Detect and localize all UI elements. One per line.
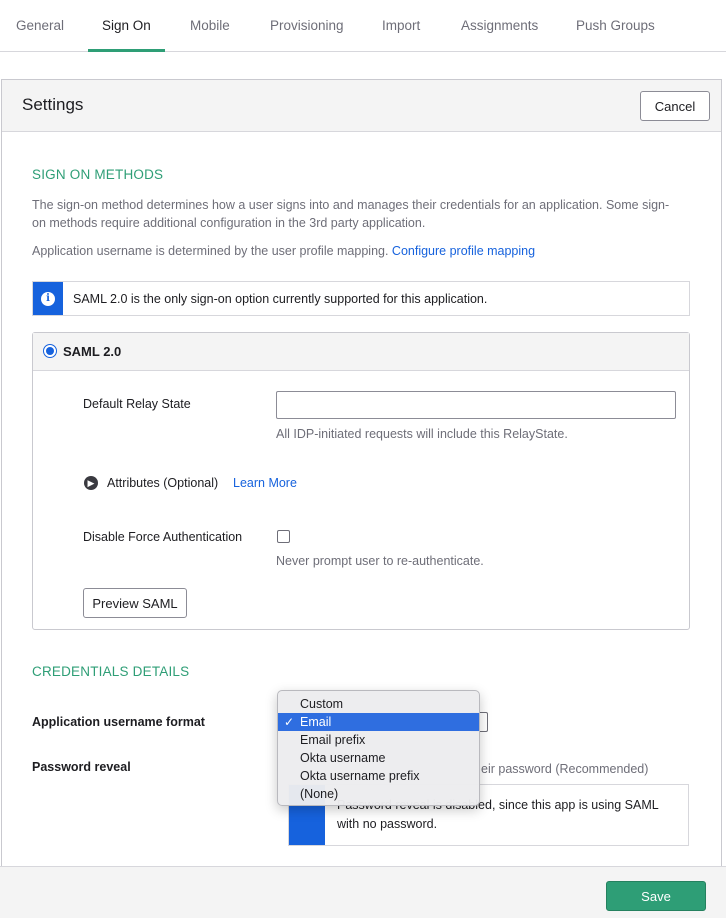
profile-mapping-text: Application username is determined by th…	[32, 242, 535, 260]
attributes-toggle-label[interactable]: Attributes (Optional)	[107, 474, 218, 492]
tab-assignments[interactable]: Assignments	[447, 0, 552, 52]
tab-import[interactable]: Import	[368, 0, 434, 52]
dropdown-option-email-label: Email	[300, 715, 332, 729]
disable-force-auth-help: Never prompt user to re-authenticate.	[276, 554, 484, 568]
learn-more-link[interactable]: Learn More	[233, 474, 297, 492]
tab-sign-on[interactable]: Sign On	[88, 0, 165, 52]
username-format-dropdown: Custom ✓ Email Email prefix Okta username…	[277, 690, 480, 806]
settings-title: Settings	[22, 95, 84, 114]
sign-on-description-line1: The sign-on method determines how a user…	[32, 198, 670, 212]
dropdown-option-email[interactable]: ✓ Email	[278, 713, 479, 731]
credentials-details-title: CREDENTIALS DETAILS	[32, 664, 190, 679]
save-button[interactable]: Save	[606, 881, 706, 911]
disable-force-auth-checkbox[interactable]	[277, 530, 290, 543]
tab-mobile[interactable]: Mobile	[176, 0, 244, 52]
dropdown-option-custom[interactable]: Custom	[278, 695, 479, 713]
saml-info-text: SAML 2.0 is the only sign-on option curr…	[73, 292, 488, 306]
password-reveal-info-line2: with no password.	[337, 817, 438, 831]
checkmark-icon: ✓	[284, 715, 295, 729]
saml-radio[interactable]	[43, 344, 57, 358]
info-stripe: i	[33, 282, 63, 315]
dropdown-option-okta-username-prefix[interactable]: Okta username prefix	[278, 767, 479, 785]
chevron-right-icon[interactable]: ▶	[84, 476, 98, 490]
dropdown-option-okta-username[interactable]: Okta username	[278, 749, 479, 767]
tab-push-groups[interactable]: Push Groups	[562, 0, 669, 52]
preview-saml-button[interactable]: Preview SAML	[83, 588, 187, 618]
password-reveal-label: Password reveal	[32, 760, 131, 774]
saml-panel: SAML 2.0 Default Relay State All IDP-ini…	[32, 332, 690, 630]
info-icon: i	[41, 291, 55, 306]
settings-header: Settings Cancel	[2, 80, 721, 132]
dropdown-option-email-prefix[interactable]: Email prefix	[278, 731, 479, 749]
dropdown-option-none[interactable]: (None)	[278, 785, 479, 803]
password-reveal-help: eir password (Recommended)	[481, 762, 649, 776]
saml-info-banner: i SAML 2.0 is the only sign-on option cu…	[32, 281, 690, 316]
tab-bar: General Sign On Mobile Provisioning Impo…	[0, 0, 726, 52]
tab-general[interactable]: General	[2, 0, 78, 52]
username-format-label: Application username format	[32, 715, 205, 729]
relay-state-label: Default Relay State	[83, 397, 191, 411]
saml-option-label: SAML 2.0	[63, 344, 122, 359]
sign-on-methods-title: SIGN ON METHODS	[32, 167, 164, 182]
tab-provisioning[interactable]: Provisioning	[256, 0, 358, 52]
relay-state-input[interactable]	[276, 391, 676, 419]
profile-mapping-label: Application username is determined by th…	[32, 244, 392, 258]
configure-profile-mapping-link[interactable]: Configure profile mapping	[392, 244, 535, 258]
sign-on-description-line2: on methods require additional configurat…	[32, 216, 426, 230]
saml-option-header[interactable]: SAML 2.0	[33, 333, 689, 371]
cancel-button[interactable]: Cancel	[640, 91, 710, 121]
disable-force-auth-label: Disable Force Authentication	[83, 530, 243, 544]
relay-state-help: All IDP-initiated requests will include …	[276, 427, 568, 441]
